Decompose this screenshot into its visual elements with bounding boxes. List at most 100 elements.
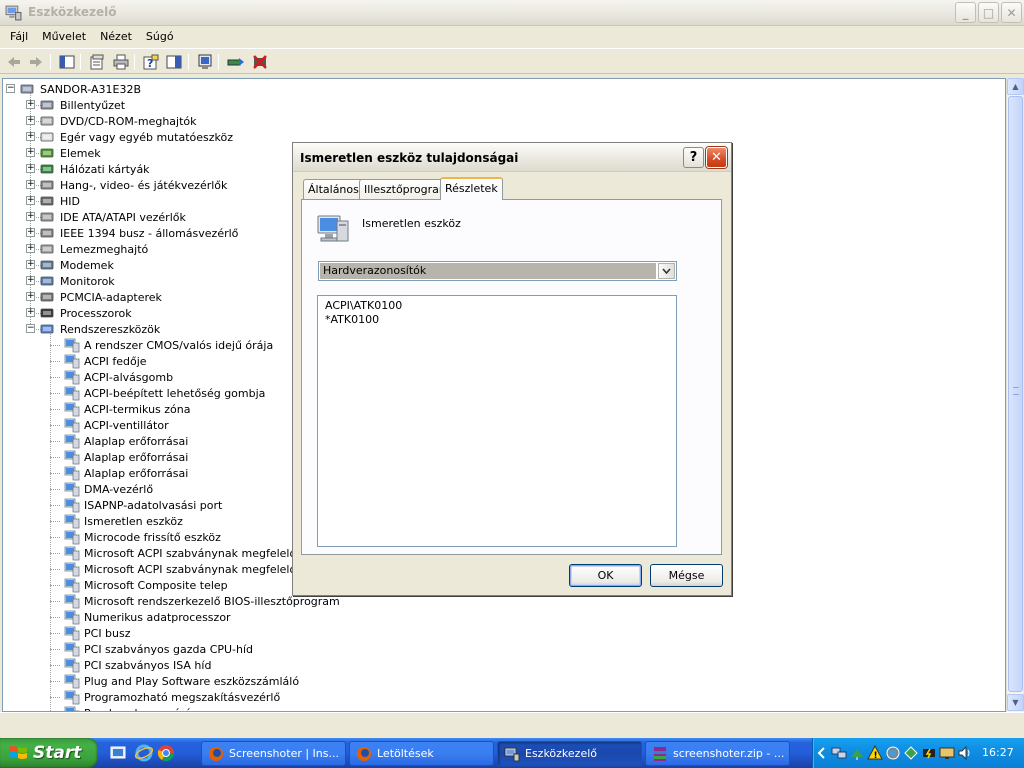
collapse-icon[interactable]: − <box>6 84 15 93</box>
expand-icon[interactable]: + <box>26 196 35 205</box>
expand-icon[interactable]: + <box>26 260 35 269</box>
chrome-icon[interactable] <box>157 744 175 762</box>
tree-device[interactable]: Alaplap erőforrásai <box>64 465 188 481</box>
list-item[interactable]: *ATK0100 <box>325 313 669 327</box>
tree-device[interactable]: ACPI-alvásgomb <box>64 369 173 385</box>
scroll-thumb[interactable] <box>1008 96 1023 692</box>
show-desktop-icon[interactable] <box>110 745 126 761</box>
tree-device[interactable]: ACPI fedője <box>64 353 147 369</box>
tree-category[interactable]: PCMCIA-adapterek <box>40 289 162 305</box>
tree-device[interactable]: ACPI-ventillátor <box>64 417 169 433</box>
security-warning-icon[interactable]: ! <box>867 745 883 761</box>
tree-category[interactable]: Hálózati kártyák <box>40 161 150 177</box>
tree-category[interactable]: HID <box>40 193 80 209</box>
dropdown-button[interactable] <box>658 263 675 279</box>
tree-device[interactable]: DMA-vezérlő <box>64 481 153 497</box>
tree-category[interactable]: Billentyűzet <box>40 97 125 113</box>
help-button[interactable]: ? <box>142 53 160 71</box>
tree-device[interactable]: Microsoft ACPI szabványnak megfelelő ren… <box>64 561 330 577</box>
back-button[interactable] <box>5 53 23 71</box>
tree-device[interactable]: ISAPNP-adatolvasási port <box>64 497 222 513</box>
antivirus-icon[interactable] <box>885 745 901 761</box>
tree-category[interactable]: Processzorok <box>40 305 132 321</box>
tab-details[interactable]: Részletek <box>440 177 503 200</box>
ok-button[interactable]: OK <box>569 564 642 587</box>
tree-root[interactable]: SANDOR-A31E32B <box>20 81 141 97</box>
tree-device[interactable]: Rendszerhangszóró <box>64 705 191 711</box>
expand-icon[interactable]: + <box>26 212 35 221</box>
tree-category[interactable]: Rendszereszközök <box>40 321 160 337</box>
tree-device[interactable]: ACPI-termikus zóna <box>64 401 191 417</box>
taskbar-item-downloads[interactable]: Letöltések <box>349 741 494 766</box>
tree-category[interactable]: Monitorok <box>40 273 115 289</box>
expand-icon[interactable]: + <box>26 148 35 157</box>
tree-device[interactable]: A rendszer CMOS/valós idejű órája <box>64 337 273 353</box>
network-icon[interactable] <box>831 745 847 761</box>
tree-device[interactable]: Numerikus adatprocesszor <box>64 609 231 625</box>
minimize-button[interactable]: _ <box>955 2 976 23</box>
tree-category[interactable]: DVD/CD-ROM-meghajtók <box>40 113 197 129</box>
dialog-help-button[interactable]: ? <box>683 147 704 168</box>
properties-button[interactable] <box>88 53 106 71</box>
expand-icon[interactable]: + <box>26 180 35 189</box>
show-hide-button[interactable] <box>165 53 183 71</box>
start-button[interactable]: Start <box>0 738 98 768</box>
expand-icon[interactable]: + <box>26 308 35 317</box>
update-driver-button[interactable] <box>227 53 245 71</box>
print-button[interactable] <box>112 53 130 71</box>
tree-device[interactable]: ACPI-beépített lehetőség gombja <box>64 385 265 401</box>
expand-icon[interactable]: + <box>26 100 35 109</box>
expand-icon[interactable]: + <box>26 244 35 253</box>
menu-file[interactable]: Fájl <box>3 30 35 43</box>
close-button[interactable]: ✕ <box>1001 2 1022 23</box>
tree-device[interactable]: Programozható megszakításvezérlő <box>64 689 280 705</box>
tree-device[interactable]: Microcode frissítő eszköz <box>64 529 221 545</box>
tree-category[interactable]: Elemek <box>40 145 101 161</box>
property-select[interactable]: Hardverazonosítók <box>318 261 677 281</box>
expand-icon[interactable]: + <box>26 116 35 125</box>
tree-device[interactable]: Alaplap erőforrásai <box>64 433 188 449</box>
uninstall-button[interactable] <box>251 53 269 71</box>
display-settings-icon[interactable] <box>939 745 955 761</box>
value-list[interactable]: ACPI\ATK0100 *ATK0100 <box>317 295 677 547</box>
scroll-up-button[interactable]: ▲ <box>1007 78 1024 95</box>
forward-button[interactable] <box>27 53 45 71</box>
maximize-button[interactable]: □ <box>978 2 999 23</box>
scan-hardware-button[interactable] <box>196 53 214 71</box>
volume-icon[interactable] <box>957 745 973 761</box>
expand-icon[interactable]: + <box>26 228 35 237</box>
scroll-down-button[interactable]: ▼ <box>1007 694 1024 711</box>
console-tree-button[interactable] <box>58 53 76 71</box>
tray-expand-icon[interactable] <box>817 747 827 759</box>
tree-category[interactable]: Lemezmeghajtó <box>40 241 148 257</box>
dialog-titlebar[interactable]: Ismeretlen eszköz tulajdonságai ? ✕ <box>293 143 731 172</box>
tree-category[interactable]: Hang-, video- és játékvezérlők <box>40 177 227 193</box>
tree-device[interactable]: PCI szabványos gazda CPU-híd <box>64 641 253 657</box>
menu-view[interactable]: Nézet <box>93 30 139 43</box>
tree-category[interactable]: IDE ATA/ATAPI vezérlők <box>40 209 186 225</box>
expand-icon[interactable]: + <box>26 132 35 141</box>
taskbar-item-winrar[interactable]: screenshoter.zip - ... <box>645 741 790 766</box>
expand-icon[interactable]: + <box>26 164 35 173</box>
list-item[interactable]: ACPI\ATK0100 <box>325 299 669 313</box>
internet-explorer-icon[interactable] <box>135 744 153 762</box>
menu-help[interactable]: Súgó <box>139 30 181 43</box>
window-titlebar[interactable]: Eszközkezelő _ □ ✕ <box>0 0 1024 26</box>
tree-device[interactable]: Microsoft Composite telep <box>64 577 228 593</box>
collapse-icon[interactable]: − <box>26 324 35 333</box>
expand-icon[interactable]: + <box>26 276 35 285</box>
menu-action[interactable]: Művelet <box>35 30 93 43</box>
tree-device[interactable]: PCI szabványos ISA híd <box>64 657 211 673</box>
update-icon[interactable] <box>903 745 919 761</box>
cancel-button[interactable]: Mégse <box>650 564 723 587</box>
power-icon[interactable] <box>921 745 937 761</box>
vertical-scrollbar[interactable]: ▲ ▼ <box>1006 78 1024 712</box>
tree-category[interactable]: IEEE 1394 busz - állomásvezérlő <box>40 225 238 241</box>
tree-device[interactable]: Plug and Play Software eszközszámláló <box>64 673 299 689</box>
tree-device[interactable]: PCI busz <box>64 625 131 641</box>
tree-device[interactable]: Microsoft ACPI szabványnak megfelelő beá… <box>64 545 327 561</box>
tree-category[interactable]: Modemek <box>40 257 114 273</box>
taskbar-item-device-manager[interactable]: Eszközkezelő <box>497 741 642 766</box>
taskbar-item-screenshoter[interactable]: Screenshoter | Ins... <box>201 741 346 766</box>
tree-device[interactable]: Alaplap erőforrásai <box>64 449 188 465</box>
